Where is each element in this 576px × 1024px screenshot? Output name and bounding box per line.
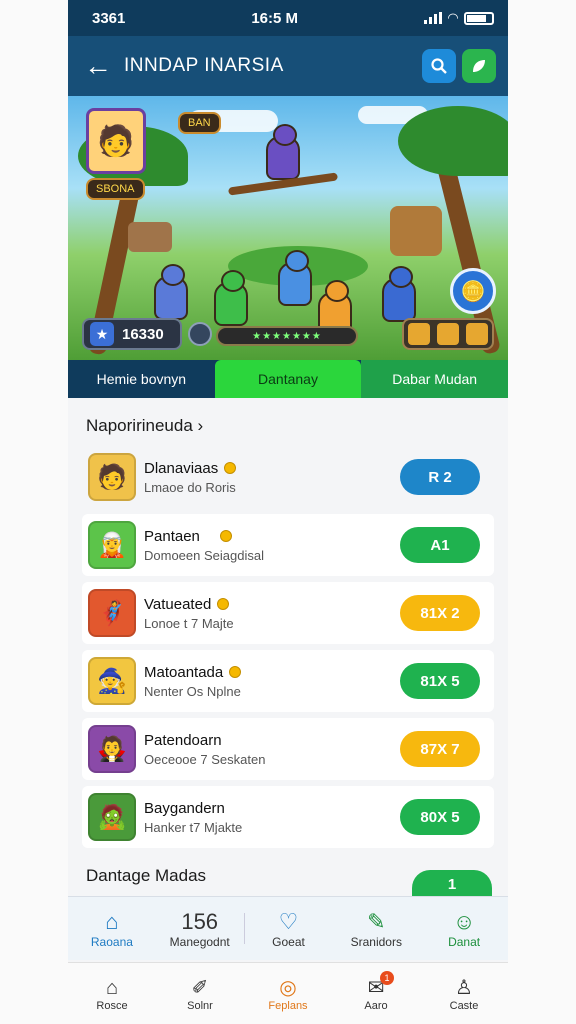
action-button[interactable]: 80X 5 <box>400 799 480 835</box>
item-slot-2[interactable] <box>436 323 459 345</box>
special-ability-button[interactable]: 🪙 <box>450 268 496 314</box>
status-bar: 3361 16:5 M ◠ <box>68 0 508 36</box>
heart-icon: ♡ <box>278 908 299 934</box>
nav-item-solnr[interactable]: ✐ Solnr <box>156 963 244 1024</box>
nav-item-caste[interactable]: ♙ Caste <box>420 963 508 1024</box>
nav-item-manegodnt[interactable]: 156 Manegodnt <box>156 897 244 960</box>
action-button[interactable]: R 2 <box>400 459 480 495</box>
menu-circle-button[interactable] <box>188 322 212 346</box>
list-item[interactable]: 🧙 Matoantada Nenter Os Nplne 81X 5 <box>82 650 494 712</box>
tab-2[interactable]: Dantanay <box>214 360 362 398</box>
person-icon: ☺ <box>452 908 476 934</box>
battery-icon <box>464 11 494 25</box>
item-subtitle: Oeceooe 7 Seskaten <box>144 751 266 767</box>
secondary-nav: ⌂ Raoana 156 Manegodnt ♡ Goeat ✎ Sranidors ☺… <box>68 896 508 960</box>
leaf-icon <box>473 60 485 72</box>
item-slot-1[interactable] <box>407 323 430 345</box>
nav-item-aaro[interactable]: ✉ 1 Aaro <box>332 963 420 1024</box>
coin-icon <box>217 598 230 610</box>
hero-list: 🧑 Dlanaviaas Lmaoe do Roris R 2 🧝 Pantaen… <box>68 446 508 848</box>
action-button[interactable]: A1 <box>400 527 480 563</box>
notification-badge: 1 <box>380 971 394 985</box>
tab-1[interactable]: Hemie bovnyn <box>68 360 215 398</box>
search-button[interactable] <box>422 49 456 83</box>
avatar: 🧟 <box>88 793 136 841</box>
coin-icon <box>229 666 242 678</box>
progress-bar: ★★★★★★★ <box>216 326 358 346</box>
page-title: INNDAP INARSIA <box>124 55 284 76</box>
score-value: 16330 <box>122 325 164 343</box>
score-display: ★ 16330 <box>82 318 182 350</box>
app-bar: ← INNDAP INARSIA <box>68 36 508 96</box>
nav-item-goeat[interactable]: ♡ Goeat <box>245 897 333 960</box>
item-name: Dlanaviaas <box>144 459 219 477</box>
player-name-tag: SBONA <box>86 178 145 200</box>
player-avatar[interactable]: 🧑 <box>86 108 146 174</box>
signal-icon <box>424 12 442 24</box>
tab-bar: Hemie bovnyn Dantanay Dabar Mudan <box>68 360 508 398</box>
item-subtitle: Lmaoe do Roris <box>144 479 236 495</box>
target-icon: ◎ <box>279 976 297 999</box>
wifi-icon: ◠ <box>448 10 458 25</box>
pencil-icon: ✐ <box>191 976 209 999</box>
list-item[interactable]: 🧑 Dlanaviaas Lmaoe do Roris R 2 <box>82 446 494 508</box>
item-subtitle: Nenter Os Nplne <box>144 683 241 699</box>
coin-icon: 🪙 <box>460 280 486 303</box>
nav-item-danat[interactable]: ☺ Danat <box>420 897 508 960</box>
hud-tag: BAN <box>178 112 221 134</box>
tab-3[interactable]: Dabar Mudan <box>361 360 508 398</box>
status-icons: ◠ <box>424 10 494 26</box>
home-icon: ⌂ <box>105 908 119 934</box>
list-item[interactable]: 🧟 Baygandern Hanker t7 Mjakte 80X 5 <box>82 786 494 848</box>
status-time: 16:5 M <box>251 9 299 27</box>
avatar: 🧝 <box>88 521 136 569</box>
item-name: Baygandern <box>144 799 225 817</box>
list-item[interactable]: 🧛 Patendoarn Oeceooe 7 Seskaten 87X 7 <box>82 718 494 780</box>
action-button[interactable]: 81X 5 <box>400 663 480 699</box>
section-title-2: Dantage Madas <box>86 866 207 885</box>
coin-icon <box>224 462 237 474</box>
item-name: Pantaen <box>144 527 200 545</box>
nav-item-feplans[interactable]: ◎ Feplans <box>244 963 332 1024</box>
bottom-nav: ⌂ Rosce ✐ Solnr ◎ Feplans ✉ 1 Aaro ♙ Caste <box>68 962 508 1024</box>
avatar: 🧑 <box>88 453 136 501</box>
list-item[interactable]: 🦸 Vatueated Lonoe t 7 Majte 81X 2 <box>82 582 494 644</box>
item-subtitle: Domoeen Seiagdisal <box>144 547 264 563</box>
action-button[interactable]: 81X 2 <box>400 595 480 631</box>
trophy-icon: ★ <box>90 322 114 346</box>
search-icon <box>431 58 447 74</box>
item-name: Patendoarn <box>144 731 222 749</box>
item-slot-3[interactable] <box>466 323 489 345</box>
item-subtitle: Hanker t7 Mjakte <box>144 819 243 835</box>
count-value: 156 <box>181 908 219 934</box>
coin-icon <box>219 530 232 542</box>
home-icon: ⌂ <box>105 976 119 999</box>
nav-item-rosce[interactable]: ⌂ Rosce <box>68 963 156 1024</box>
edit-icon: ✎ <box>367 908 386 934</box>
game-banner[interactable]: 🧑 BAN SBONA 🪙 ★ 16330 ★★★★★★★ <box>68 96 508 360</box>
nav-item-sranidors[interactable]: ✎ Sranidors <box>332 897 420 960</box>
back-arrow-icon[interactable]: ← <box>84 50 124 82</box>
avatar: 🧛 <box>88 725 136 773</box>
item-subtitle: Lonoe t 7 Majte <box>144 615 234 631</box>
nav-item-raoana[interactable]: ⌂ Raoana <box>68 897 156 960</box>
list-item[interactable]: 🧝 Pantaen Domoeen Seiagdisal A1 <box>82 514 494 576</box>
user-icon: ♙ <box>455 976 473 999</box>
avatar: 🧙 <box>88 657 136 705</box>
action-button[interactable] <box>462 49 496 83</box>
status-left-text: 3361 <box>92 9 126 27</box>
action-button[interactable]: 87X 7 <box>400 731 480 767</box>
section-title[interactable]: Naporirineuda › <box>68 398 508 446</box>
item-name: Vatueated <box>144 595 212 613</box>
avatar: 🦸 <box>88 589 136 637</box>
phone-screen: 3361 16:5 M ◠ ← INNDAP INARSIA 🧑 BAN SBO… <box>68 0 508 1024</box>
inventory-slots[interactable] <box>402 318 494 350</box>
item-name: Matoantada <box>144 663 224 681</box>
